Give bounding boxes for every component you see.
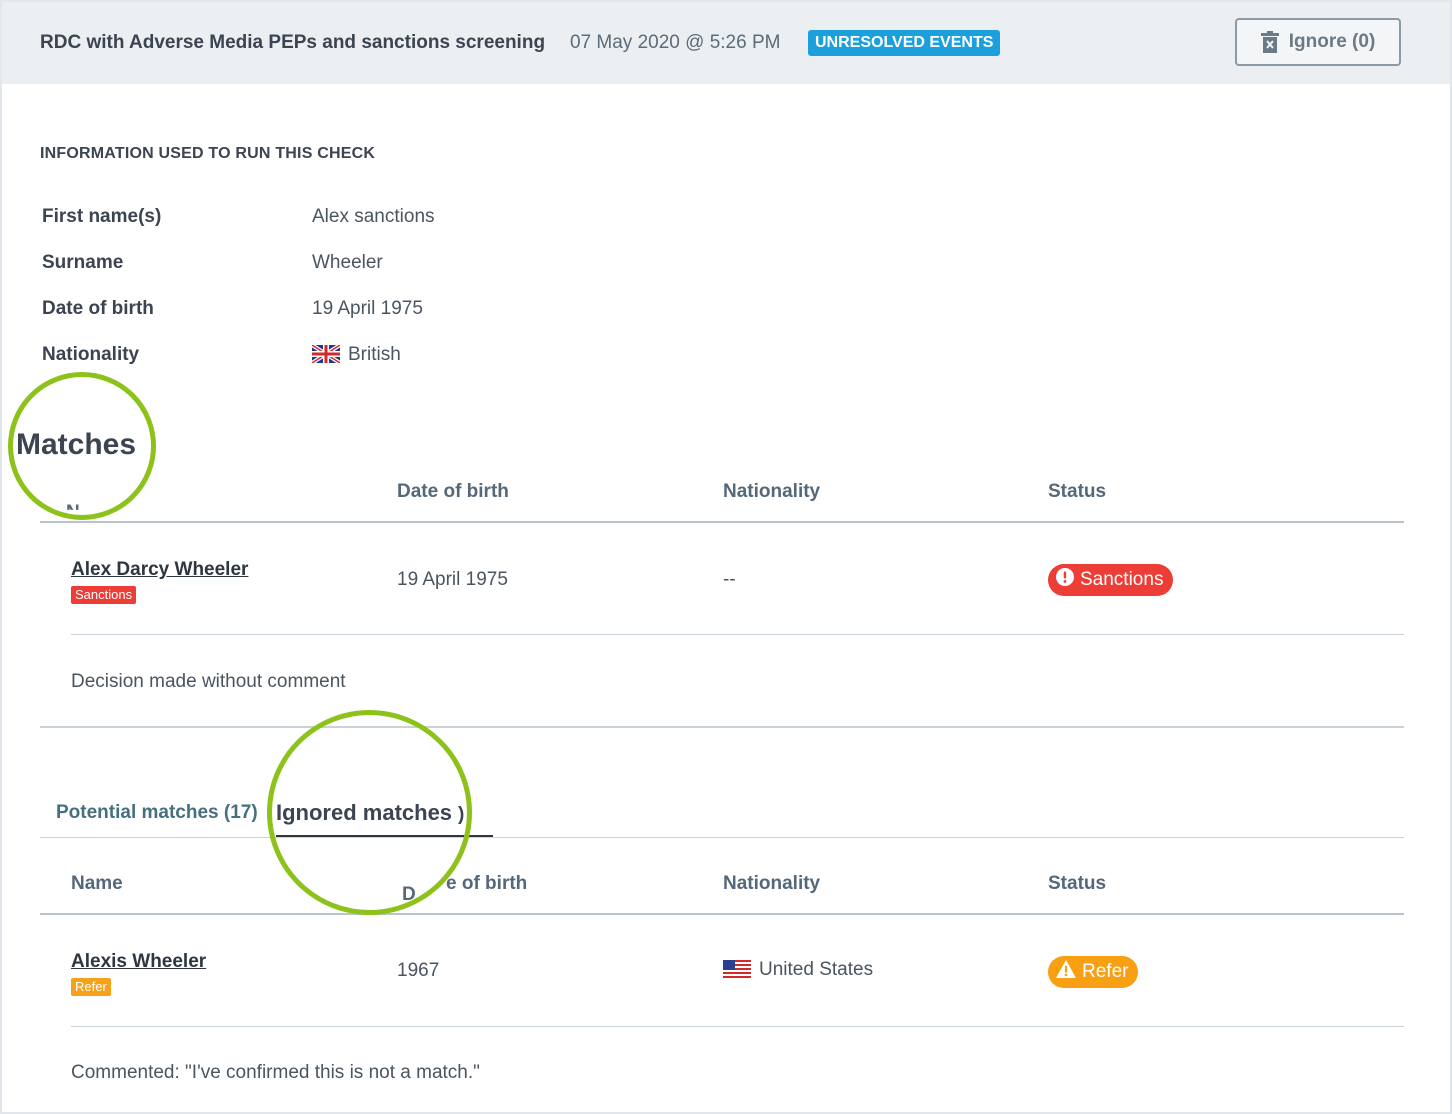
potential-col-status: Status [1048, 873, 1107, 894]
surname-label: Surname [42, 252, 124, 273]
match-dob: 19 April 1975 [397, 569, 508, 590]
potential-status-label: Refer [1082, 961, 1129, 982]
nationality-value: British [310, 343, 401, 369]
tab-ignored-matches[interactable]: Ignored matches) [276, 800, 464, 826]
match-status-label: Sanctions [1080, 569, 1164, 590]
first-name-value: Alex sanctions [312, 206, 435, 227]
potential-col-dob-fragment: D [402, 884, 416, 905]
tab-ignored-label: Ignored matches [276, 800, 453, 825]
potential-comment: Commented: "I've confirmed this is not a… [71, 1062, 480, 1083]
check-panel: RDC with Adverse Media PEPs and sanction… [0, 0, 1452, 1114]
potential-nationality-text: United States [759, 959, 874, 980]
matches-header-divider [40, 521, 1404, 523]
matches-col-dob: Date of birth [397, 481, 509, 502]
matches-section-divider [40, 726, 1404, 728]
potential-nationality: United States [723, 959, 873, 984]
nationality-label: Nationality [42, 344, 140, 365]
potential-col-nationality: Nationality [723, 873, 821, 894]
nationality-text: British [348, 344, 401, 365]
matches-col-nationality: Nationality [723, 481, 821, 502]
potential-tag: Refer [71, 978, 111, 996]
match-row-divider [71, 634, 1404, 635]
alert-circle-icon [1056, 568, 1074, 592]
tab-potential-matches[interactable]: Potential matches (17) [56, 802, 258, 824]
matches-col-status: Status [1048, 481, 1107, 502]
dob-label: Date of birth [42, 298, 154, 319]
potential-header-divider [40, 913, 1404, 915]
potential-dob: 1967 [397, 960, 440, 981]
status-badge: UNRESOLVED EVENTS [808, 30, 1001, 56]
ignore-button-label: Ignore (0) [1288, 31, 1376, 52]
tab-ignored-suffix: ) [458, 804, 465, 825]
info-section-title: INFORMATION USED TO RUN THIS CHECK [40, 145, 376, 162]
potential-col-dob: e of birth [446, 873, 528, 894]
match-nationality: -- [723, 569, 736, 590]
ignore-button[interactable]: Ignore (0) [1235, 18, 1401, 66]
check-header: RDC with Adverse Media PEPs and sanction… [2, 2, 1450, 84]
surname-value: Wheeler [312, 252, 383, 273]
match-status-badge: Sanctions [1048, 564, 1174, 596]
us-flag-icon [723, 960, 751, 984]
potential-name-link[interactable]: Alexis Wheeler [71, 951, 206, 973]
tabs-divider [40, 837, 1404, 838]
dob-value: 19 April 1975 [312, 298, 423, 319]
check-datetime: 07 May 2020 @ 5:26 PM [570, 32, 781, 53]
potential-col-name: Name [71, 873, 123, 894]
potential-row-divider [71, 1026, 1404, 1027]
match-comment: Decision made without comment [71, 671, 346, 692]
check-title: RDC with Adverse Media PEPs and sanction… [40, 32, 546, 53]
warning-triangle-icon [1056, 960, 1076, 984]
match-tag: Sanctions [71, 586, 137, 604]
potential-status-badge: Refer [1048, 956, 1139, 988]
match-name-link[interactable]: Alex Darcy Wheeler [71, 559, 248, 581]
matches-title: Matches [16, 428, 137, 461]
trash-icon [1260, 31, 1279, 53]
uk-flag-icon [310, 343, 342, 369]
first-name-label: First name(s) [42, 206, 162, 227]
